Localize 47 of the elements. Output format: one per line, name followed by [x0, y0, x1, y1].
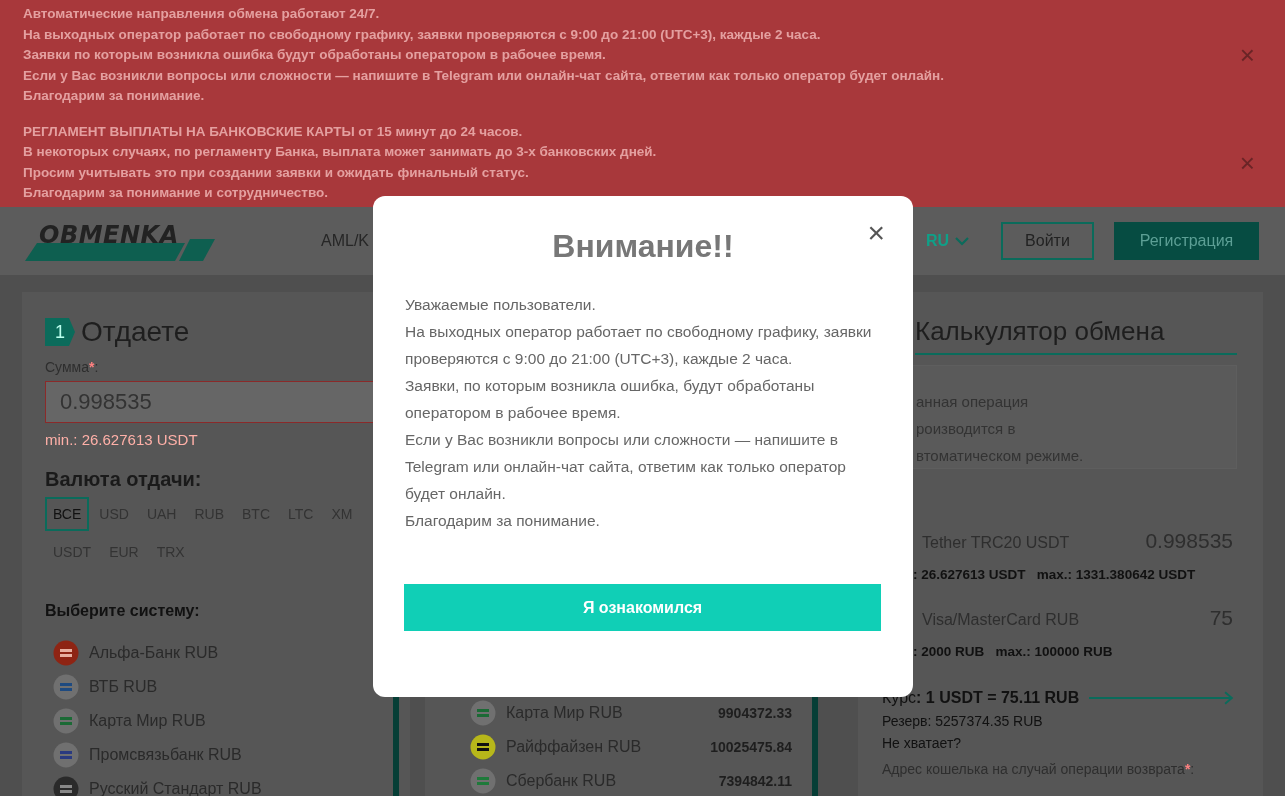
- reserve-amount: 7394842.11: [718, 773, 792, 789]
- min-amount-note: min.: 26.627613 USDT: [45, 431, 199, 448]
- dialog-text: На выходных оператор работает по свободному графику, заявки проверяются с 9:00 до 21:00 (UTC+3), каждые 2 часа.: [405, 322, 873, 369]
- notice-text: Благодарим за понимание.: [23, 87, 206, 105]
- bank-logo-icon: [470, 700, 496, 726]
- currency-heading: Валюта отдачи:: [45, 468, 203, 491]
- acknowledge-button[interactable]: Я ознакомился: [404, 584, 881, 631]
- reserve-amount: 10025475.84: [710, 739, 792, 755]
- chevron-down-icon: [955, 236, 969, 246]
- dialog-text: Заявки, по которым возникла ошибка, будут обработаны оператором в рабочее время.: [405, 376, 816, 423]
- reserve-text: Резерв: 5257374.35 RUB: [882, 713, 1044, 729]
- arrow-icon: [1089, 691, 1234, 705]
- notice-text: В некоторых случаях, по регламенту Банка, выплата может занимать до 3-х банковских дней.: [23, 143, 658, 161]
- close-button[interactable]: ×: [1239, 43, 1255, 68]
- notice-text: РЕГЛАМЕНТ ВЫПЛАТЫ НА БАНКОВСКИЕ КАРТЫ от 15 минут до 24 часов.: [23, 122, 524, 141]
- not-enough-link[interactable]: Не хватает?: [882, 735, 1239, 751]
- bank-logo-icon: [53, 640, 79, 666]
- notice-text: Автоматические направления обмена работают 24/7.: [23, 5, 381, 23]
- section-title: Отдаете: [81, 316, 190, 348]
- notice-text: Если у Вас возникли вопросы или сложности — напишите в Telegram или онлайн-чат сайта, ответим как только оператор будет онлайн.: [23, 66, 945, 85]
- dialog-text: Благодарим за понимание.: [405, 511, 601, 531]
- notice-text: Благодарим за понимание и сотрудничество.: [23, 184, 330, 202]
- bank-logo-icon: [53, 776, 79, 796]
- close-button[interactable]: ×: [1239, 150, 1255, 175]
- register-button[interactable]: Регистрация: [1114, 222, 1259, 260]
- dialog-title: Внимание!!: [551, 228, 735, 265]
- bank-logo-icon: [470, 768, 496, 794]
- bank-logo-icon: [53, 742, 79, 768]
- limits-text: : 26.627613 USDT max.: 1331.380642 USDT: [913, 567, 1197, 582]
- step-badge: 1: [45, 318, 75, 346]
- language-dropdown[interactable]: RU: [919, 231, 975, 251]
- bank-logo-icon: [53, 708, 79, 734]
- currency-filter-tab[interactable]: ВСЕ: [45, 497, 90, 531]
- notice-text: Просим учитывать это при создании заявки и ожидать финальный статус.: [23, 163, 530, 182]
- dialog-text: Уважаемые пользователи.: [405, 295, 597, 315]
- reserve-amount: 9904372.33: [718, 705, 792, 721]
- system-heading: Выберите систему:: [45, 602, 201, 620]
- close-button[interactable]: ×: [867, 218, 885, 248]
- section-title: Калькулятор обмена: [915, 316, 1237, 355]
- bank-logo-icon: [53, 674, 79, 700]
- bank-logo-icon: [470, 734, 496, 760]
- notice-text: Заявки по которым возникла ошибка будут обработаны оператором в рабочее время.: [23, 46, 607, 64]
- dialog-text: Если у Вас возникли вопросы или сложности — напишите в Telegram или онлайн-чат сайта, ответим как только оператор будет онлайн.: [405, 430, 847, 504]
- login-button[interactable]: Войти: [1001, 222, 1094, 260]
- obmenka-logo[interactable]: OBMENKA: [25, 221, 215, 261]
- notice-text: На выходных оператор работает по свободному графику, заявки проверяются с 9:00 до 21:00 (UTC+3), каждые 2 часа.: [23, 25, 822, 44]
- limits-text: : 2000 RUB max.: 100000 RUB: [913, 644, 1114, 659]
